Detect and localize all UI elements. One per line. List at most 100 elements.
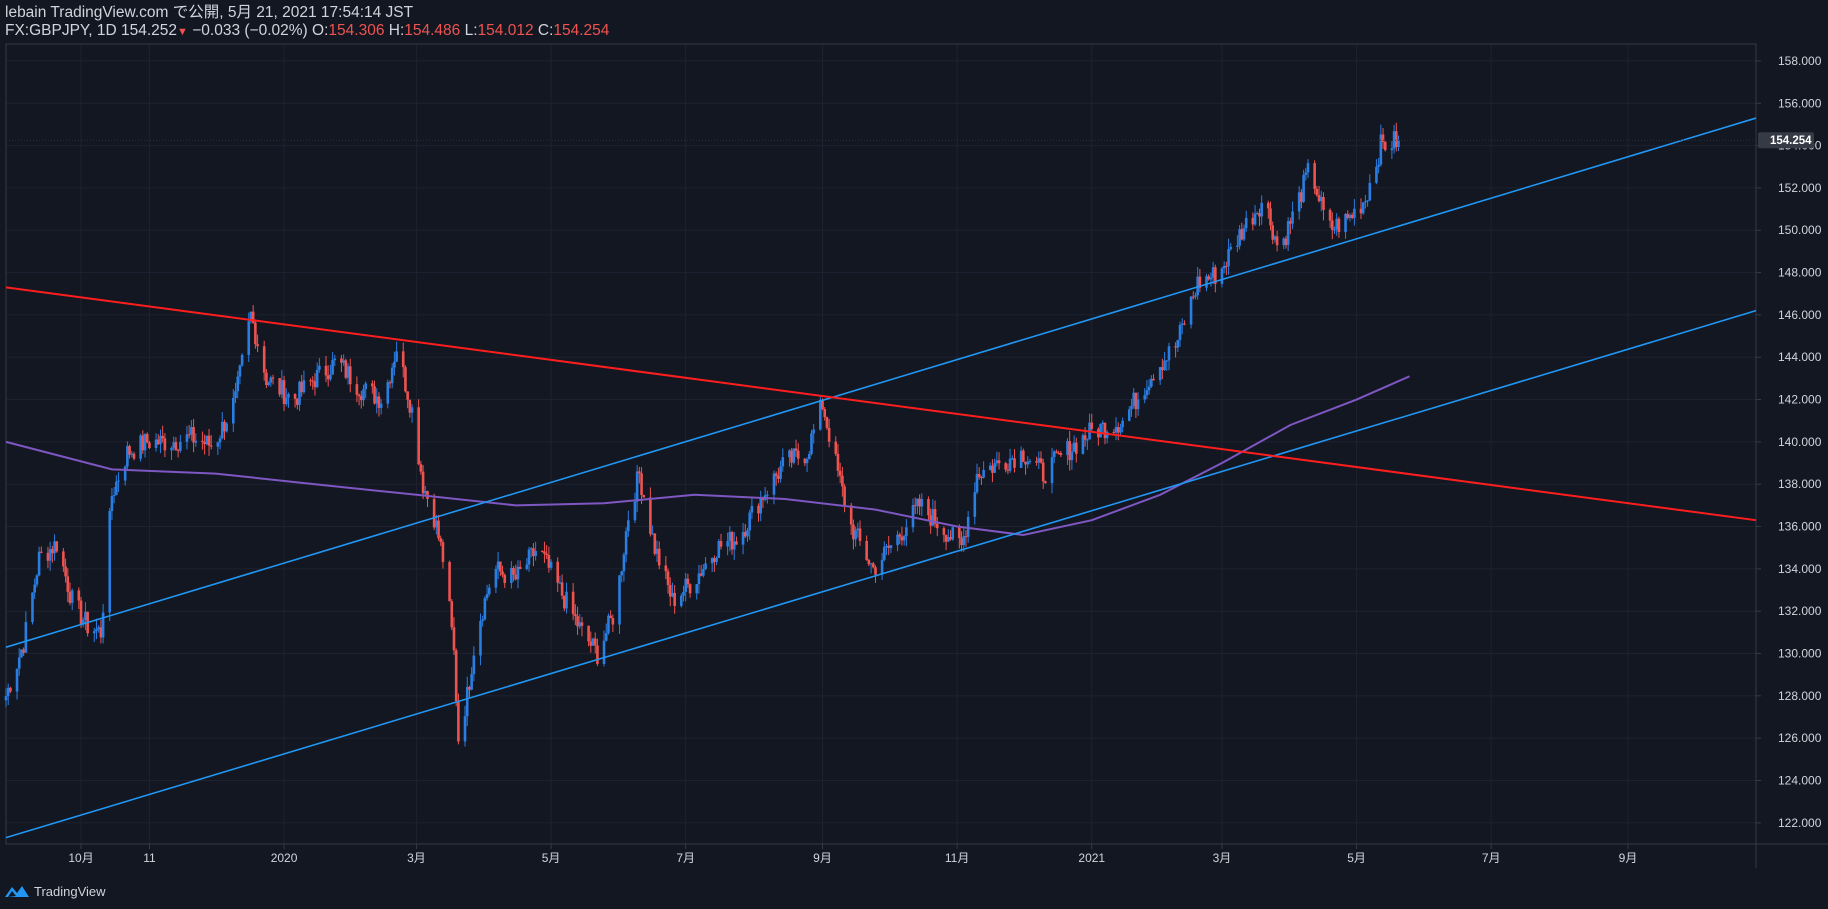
candle-body — [1121, 420, 1124, 428]
candle-body — [483, 598, 487, 620]
candle-body — [1227, 249, 1230, 267]
candle-body — [287, 394, 290, 398]
candle-body — [390, 367, 394, 384]
time-axis[interactable]: 10月 11 2020 3月 5月 7月 9月 11月 2021 3月 5月 7月 9月 — [68, 844, 1637, 865]
price-tick-label: 146.000 — [1778, 308, 1822, 322]
candle-body — [1260, 202, 1263, 217]
candle-body — [194, 440, 198, 443]
candle-body — [858, 528, 862, 541]
candle-body — [512, 568, 515, 575]
candle-body — [393, 361, 396, 368]
candle-body — [1381, 134, 1385, 143]
candle-body — [958, 527, 961, 539]
candle-body — [454, 650, 458, 702]
candle-body — [1143, 395, 1147, 400]
candle-body — [679, 595, 683, 606]
time-tick-label: 2020 — [271, 851, 298, 865]
candle-body — [161, 435, 164, 439]
candle-body — [1008, 458, 1012, 471]
candle-body — [1165, 360, 1169, 362]
trendline-downtrend[interactable] — [5, 286, 1757, 522]
candle-body — [1315, 188, 1319, 196]
price-tick-label: 126.000 — [1778, 731, 1822, 745]
footer-branding[interactable]: TradingView — [4, 880, 106, 902]
trendlines-layer[interactable] — [5, 117, 1757, 839]
candle-body — [1328, 209, 1332, 221]
candle-body — [543, 551, 546, 554]
candle-body — [37, 551, 41, 576]
candle-body — [518, 566, 522, 569]
candle-body — [587, 625, 590, 642]
candle-body — [1220, 268, 1224, 284]
candle-body — [602, 640, 606, 664]
candle-body — [364, 383, 368, 390]
price-tick-label: 158.000 — [1778, 54, 1822, 68]
time-tick-label: 11月 — [945, 851, 969, 865]
candle-body — [1004, 463, 1007, 470]
candle-body — [179, 441, 182, 451]
candle-body — [503, 574, 507, 583]
candle-body — [401, 351, 405, 368]
candle-body — [487, 587, 491, 595]
candle-body — [1183, 323, 1186, 325]
price-chart[interactable]: 158.000156.000154.000152.000150.000148.0… — [0, 0, 1828, 909]
trendline-lower-channel[interactable] — [5, 309, 1757, 839]
candle-body — [240, 354, 244, 366]
candle-body — [479, 621, 482, 656]
candle-body — [64, 566, 67, 577]
price-axis[interactable]: 158.000156.000154.000152.000150.000148.0… — [1756, 54, 1822, 830]
candle-body — [386, 382, 390, 404]
candle-body — [1333, 229, 1336, 231]
candle-body — [1229, 246, 1233, 250]
time-tick-label: 9月 — [1619, 851, 1638, 865]
candle-body — [1322, 196, 1325, 210]
candle-body — [216, 442, 220, 447]
candle-body — [123, 466, 127, 481]
price-tick-label: 142.000 — [1778, 393, 1822, 407]
candle-body — [836, 453, 840, 471]
candle-body — [410, 407, 414, 413]
candle-body — [284, 397, 288, 404]
candle-body — [324, 365, 328, 376]
candle-body — [715, 557, 718, 562]
price-tick-label: 130.000 — [1778, 647, 1822, 661]
candle-body — [163, 438, 167, 451]
candle-body — [1366, 200, 1369, 202]
candle-body — [1330, 220, 1334, 230]
candle-body — [1304, 172, 1308, 175]
candle-body — [527, 549, 531, 565]
candle-body — [997, 460, 1001, 464]
candle-body — [15, 668, 19, 692]
candle-body — [649, 497, 652, 534]
candle-body — [935, 523, 939, 529]
candle-body — [1026, 461, 1030, 465]
candle-body — [525, 564, 529, 569]
candle-body — [620, 571, 623, 576]
candle-body — [463, 716, 467, 742]
candle-body — [170, 447, 173, 451]
candle-body — [825, 417, 829, 428]
candle-body — [686, 578, 690, 585]
candle-body — [329, 374, 332, 380]
candle-body — [1361, 202, 1365, 214]
candle-body — [635, 471, 639, 502]
candle-body — [827, 427, 831, 442]
candle-body — [880, 559, 884, 575]
candle-body — [192, 427, 195, 443]
candle-body — [1244, 217, 1248, 229]
candle-body — [1050, 457, 1054, 484]
candle-body — [421, 471, 425, 494]
candle-body — [33, 584, 36, 593]
price-tick-label: 144.000 — [1778, 350, 1822, 364]
candle-body — [1152, 378, 1155, 381]
candle-body — [1086, 439, 1089, 441]
candle-body — [439, 538, 443, 543]
candle-body — [805, 459, 809, 464]
candle-body — [982, 469, 985, 478]
candle-body — [664, 565, 668, 572]
candle-body — [406, 391, 409, 400]
candle-body — [1070, 451, 1074, 461]
tradingview-logo-icon — [5, 886, 29, 897]
candle-body — [1337, 218, 1341, 233]
price-tick-label: 140.000 — [1778, 435, 1822, 449]
